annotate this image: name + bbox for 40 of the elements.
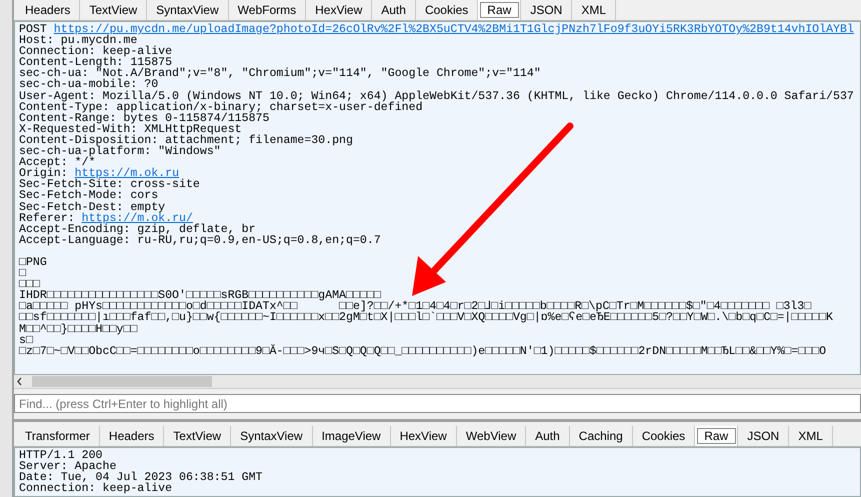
text-line: Content-Length: 115875: [19, 57, 172, 68]
text-line: Accept: */*: [19, 157, 96, 168]
text-line: □z□7□~□V□□ObcC□□=□□□□□□□□o□□□□□□□□9□Ă-□□□>9ч□S□Q□Q□Q□□_□□□□□□□□□□)e□□□□□N'□1)□□□□□$□□□□□□2rDN□□□□□M□□ЂL□□&□□Y%□=□□□O: [19, 346, 828, 357]
text-line: □PNG: [19, 256, 48, 268]
text-line: User-Agent: Mozilla/5.0 (Windows NT 10.0; Win64; x64) AppleWebKit/537.36 (KHTML, like Gecko) Chrome/114.0.0.0 Safari/537: [19, 90, 855, 102]
text-line: □□□: [19, 279, 40, 290]
text-line: sec-ch-ua-platform: "Windows": [19, 146, 222, 158]
url-link[interactable]: https://pu.mycdn.me/uploadImage?photoId=26cOlRv%2Fl%2BX5uCTV4%2BMi1T1GlcjPNzh7lFo9f3uOYi5RK3RbYOTOy%2B9t14vhIOlAYBl: [54, 23, 854, 36]
text-line: Content-Disposition: attachment; filename=30.png: [19, 134, 354, 146]
text-line: X-Requested-With: XMLHttpRequest: [19, 124, 243, 135]
text-line: sec-ch-ua-mobile: ?0: [19, 79, 158, 91]
text-line: □: [19, 268, 26, 280]
text-line: Sec-Fetch-Dest: empty: [19, 202, 166, 213]
text-line: Server: Apache: [19, 461, 118, 472]
text-line: Date: Tue, 04 Jul 2023 06:38:51 GMT: [19, 472, 264, 484]
text-line: □□sf□□□□□□□|ı□□□faf□□,□u}□□w{□□□□□□~I□□□□□□x□□2gM□t□X|□□□l□`□□□V□XQ□□□□Vg□|ɒ%e□ʕe□eЂE□□□□□□5□?□□Y□W□.\□b□q□C□=|□□□□□K: [19, 312, 834, 324]
find-field[interactable]: Find... (press Ctrl+Enter to highlight all): [14, 394, 861, 413]
text-line: Connection: keep-alive: [19, 483, 174, 494]
scrollbar-thumb[interactable]: [32, 376, 212, 386]
tab[interactable]: Raw: [478, 0, 522, 20]
text-line: HTTP/1.1 200: [19, 450, 102, 462]
text-line: Connection: keep-alive: [19, 46, 174, 58]
horizontal-scrollbar[interactable]: [14, 374, 861, 388]
text-line: Sec-Fetch-Site: cross-site: [19, 179, 201, 190]
header-label: POST: [19, 23, 47, 36]
text-line: Host: pu.mycdn.me: [19, 35, 138, 46]
header-label: Origin:: [19, 167, 68, 180]
tab[interactable]: Raw: [695, 426, 738, 446]
url-link[interactable]: https://m.ok.ru/: [82, 212, 193, 225]
text-line: Content-Type: application/x-binary; charset=x-user-defined: [19, 102, 423, 113]
text-line: Content-Range: bytes 0-115874/115875: [19, 112, 270, 124]
text-line: Accept-Language: ru-RU,ru;q=0.9,en-US;q=0.8,en;q=0.7: [19, 234, 382, 246]
header-label: Referer:: [19, 212, 75, 225]
text-line: Accept-Encoding: gzip, deflate, br: [19, 224, 256, 235]
text-line: □a□□□□□ pHYs□□□□□□□□□□□□o□d□□□□□IDATx^□□ □□e]?□□/+*□1□4□4□r□2□⅃□i□□□□□b□□□□R□\pC□Tr□M□□□□□□$□"□4□□□□□□□ □3l3□: [19, 301, 812, 312]
text-line: s□: [19, 334, 33, 346]
text-line: M□□^□□}□□□□H□□y□□: [19, 324, 138, 335]
text-line: sec-ch-ua: "Not.A/Brand";v="8", "Chromium";v="114", "Google Chrome";v="114": [19, 68, 542, 80]
text-line: IHDR□□□□□□□□□□□□□□□□S0O'□□□□□sRGB□□□□□□□□□□gAMA□□□□□: [19, 290, 381, 302]
text-line: Sec-Fetch-Mode: cors: [19, 190, 158, 202]
